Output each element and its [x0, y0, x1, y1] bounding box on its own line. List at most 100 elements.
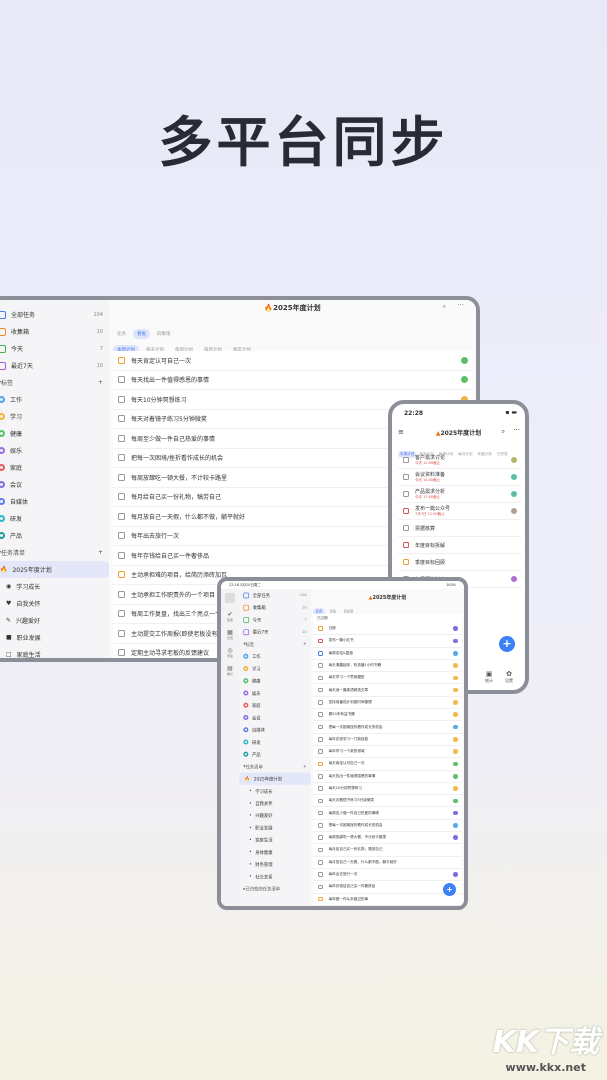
- task-checkbox[interactable]: [118, 571, 125, 579]
- rail-item[interactable]: ▦ 日历: [221, 629, 239, 640]
- task-row[interactable]: 每天学习一个思维模型: [313, 672, 462, 685]
- tag-item[interactable]: 家庭: [0, 459, 109, 476]
- task-checkbox[interactable]: [318, 663, 323, 668]
- task-row[interactable]: 每年做一件从未做过的事: [313, 894, 462, 906]
- task-checkbox[interactable]: [118, 512, 125, 520]
- tag-item[interactable]: 工作: [0, 391, 109, 408]
- nav-settings[interactable]: ✿ 设置: [505, 670, 513, 684]
- task-row[interactable]: 产品需求分析 今天 17:00截止: [398, 486, 521, 503]
- task-checkbox[interactable]: [118, 376, 125, 384]
- lists-header[interactable]: ▾ 任务清单+: [239, 760, 311, 772]
- task-list-item[interactable]: □ 家庭生活: [0, 646, 109, 658]
- tags-header[interactable]: ▾ 标签+: [0, 374, 109, 391]
- more-icon[interactable]: ···: [513, 426, 520, 434]
- task-row[interactable]: 每周放肆吃一顿大餐，不计较卡路里: [313, 832, 462, 845]
- search-icon[interactable]: ⌕: [502, 428, 505, 436]
- task-row[interactable]: 每天清晨起床，听选播1小时书籍: [313, 660, 462, 673]
- tag-item[interactable]: 自媒体: [239, 724, 311, 736]
- task-list-item[interactable]: • 学习成长: [239, 785, 311, 797]
- avatar[interactable]: [225, 593, 235, 603]
- more-icon[interactable]: ···: [457, 301, 464, 309]
- tag-item[interactable]: 产品: [239, 748, 311, 760]
- task-list-item[interactable]: • 社交关系: [239, 871, 311, 883]
- add-task-button[interactable]: +: [443, 883, 456, 896]
- task-row[interactable]: 每天找出一件值得感恩的事情: [113, 371, 472, 390]
- task-row[interactable]: 会议资料准备 今天 14:00截止: [398, 469, 521, 486]
- task-row[interactable]: 每天对着镜子练习5分钟微笑: [313, 795, 462, 808]
- add-task-button[interactable]: +: [499, 636, 515, 652]
- task-checkbox[interactable]: [318, 737, 323, 742]
- task-list-item[interactable]: 🔥 2025年度计划: [0, 561, 109, 578]
- task-checkbox[interactable]: [118, 610, 125, 618]
- tag-item[interactable]: 会议: [0, 476, 109, 493]
- tag-item[interactable]: 自媒体: [0, 493, 109, 510]
- tag-item[interactable]: 健康: [239, 675, 311, 687]
- task-checkbox[interactable]: [403, 525, 409, 531]
- tag-item[interactable]: 娱乐: [0, 442, 109, 459]
- task-checkbox[interactable]: [318, 761, 323, 767]
- tag-item[interactable]: 工作: [239, 650, 311, 662]
- task-checkbox[interactable]: [118, 415, 125, 423]
- nav-stats[interactable]: ▣ 统计: [485, 670, 493, 684]
- task-checkbox[interactable]: [318, 773, 323, 779]
- task-list-item[interactable]: • 家庭生活: [239, 834, 311, 846]
- task-list-item[interactable]: ■ 职业发展: [0, 629, 109, 646]
- task-checkbox[interactable]: [403, 559, 409, 565]
- task-list-item[interactable]: 🔥 2025年度计划: [239, 772, 311, 785]
- task-row[interactable]: 每年花钱学习一门新技能: [313, 734, 462, 746]
- rail-item[interactable]: ▤ 统计: [221, 665, 239, 676]
- tag-item[interactable]: 学习: [0, 408, 109, 425]
- task-row[interactable]: 每月放自己一天假，什么都不做，躺平就好: [313, 857, 462, 869]
- task-checkbox[interactable]: [118, 551, 125, 559]
- task-checkbox[interactable]: [318, 700, 323, 705]
- sidebar-item[interactable]: 最近7天 10: [0, 357, 109, 374]
- tag-item[interactable]: 学习: [239, 662, 311, 674]
- task-list-item[interactable]: ✎ 兴趣爱好: [0, 612, 109, 629]
- task-checkbox[interactable]: [318, 810, 323, 816]
- task-row[interactable]: 把每一次困境挫折看作成长的机会: [313, 820, 462, 833]
- task-row[interactable]: 每年存钱给自己买一件奢侈品: [313, 881, 462, 894]
- tag-item[interactable]: 娱乐: [239, 687, 311, 699]
- task-checkbox[interactable]: [318, 872, 323, 877]
- sidebar-item[interactable]: 全部任务 104: [0, 306, 109, 323]
- task-checkbox[interactable]: [118, 493, 125, 501]
- task-row[interactable]: 每年出去旅行一次: [313, 869, 462, 882]
- task-checkbox[interactable]: [318, 786, 323, 791]
- task-checkbox[interactable]: [403, 457, 409, 463]
- task-checkbox[interactable]: [318, 896, 323, 902]
- task-list-item[interactable]: • 自我关怀: [239, 797, 311, 809]
- task-row[interactable]: 每天找出一件值得感恩的事情: [313, 771, 462, 783]
- task-row[interactable]: 发布一篇小红书: [313, 635, 462, 648]
- sidebar-item[interactable]: 全部任务 104: [239, 589, 311, 601]
- task-row[interactable]: 每天读一篇英语精选文章: [313, 684, 462, 697]
- task-checkbox[interactable]: [318, 626, 323, 631]
- task-checkbox[interactable]: [118, 590, 125, 598]
- task-checkbox[interactable]: [403, 474, 409, 480]
- task-row[interactable]: 看20本有益书籍: [313, 709, 462, 722]
- task-list-item[interactable]: • 身体健康: [239, 846, 311, 858]
- task-row[interactable]: 每天肯定认可自己一次: [313, 758, 462, 771]
- task-checkbox[interactable]: [318, 687, 323, 693]
- task-checkbox[interactable]: [318, 724, 323, 730]
- tag-item[interactable]: 健康: [0, 425, 109, 442]
- task-row[interactable]: 每周至少做一件自己热爱的事情: [313, 807, 462, 820]
- sidebar-item[interactable]: 收集箱 10: [239, 601, 311, 613]
- tag-item[interactable]: 会议: [239, 711, 311, 723]
- task-checkbox[interactable]: [118, 454, 125, 462]
- task-checkbox[interactable]: [118, 649, 125, 657]
- task-row[interactable]: 年度目标拆解: [398, 537, 521, 554]
- tag-item[interactable]: 产品: [0, 527, 109, 544]
- task-checkbox[interactable]: [118, 473, 125, 481]
- task-checkbox[interactable]: [318, 884, 323, 890]
- task-checkbox[interactable]: [403, 542, 409, 548]
- task-row[interactable]: 坚持用番茄计划做时间管理: [313, 697, 462, 710]
- add-tag-icon[interactable]: +: [98, 379, 103, 386]
- task-checkbox[interactable]: [318, 823, 323, 828]
- task-checkbox[interactable]: [118, 434, 125, 442]
- task-row[interactable]: 每周总结&复盘: [313, 648, 462, 660]
- add-tag-icon[interactable]: +: [303, 642, 307, 647]
- task-row[interactable]: 客户需求讨论 今天 12:00截止: [398, 452, 521, 469]
- task-row[interactable]: 每天肯定认可自己一次: [113, 351, 472, 371]
- task-checkbox[interactable]: [118, 629, 125, 637]
- tag-item[interactable]: 研发: [239, 736, 311, 748]
